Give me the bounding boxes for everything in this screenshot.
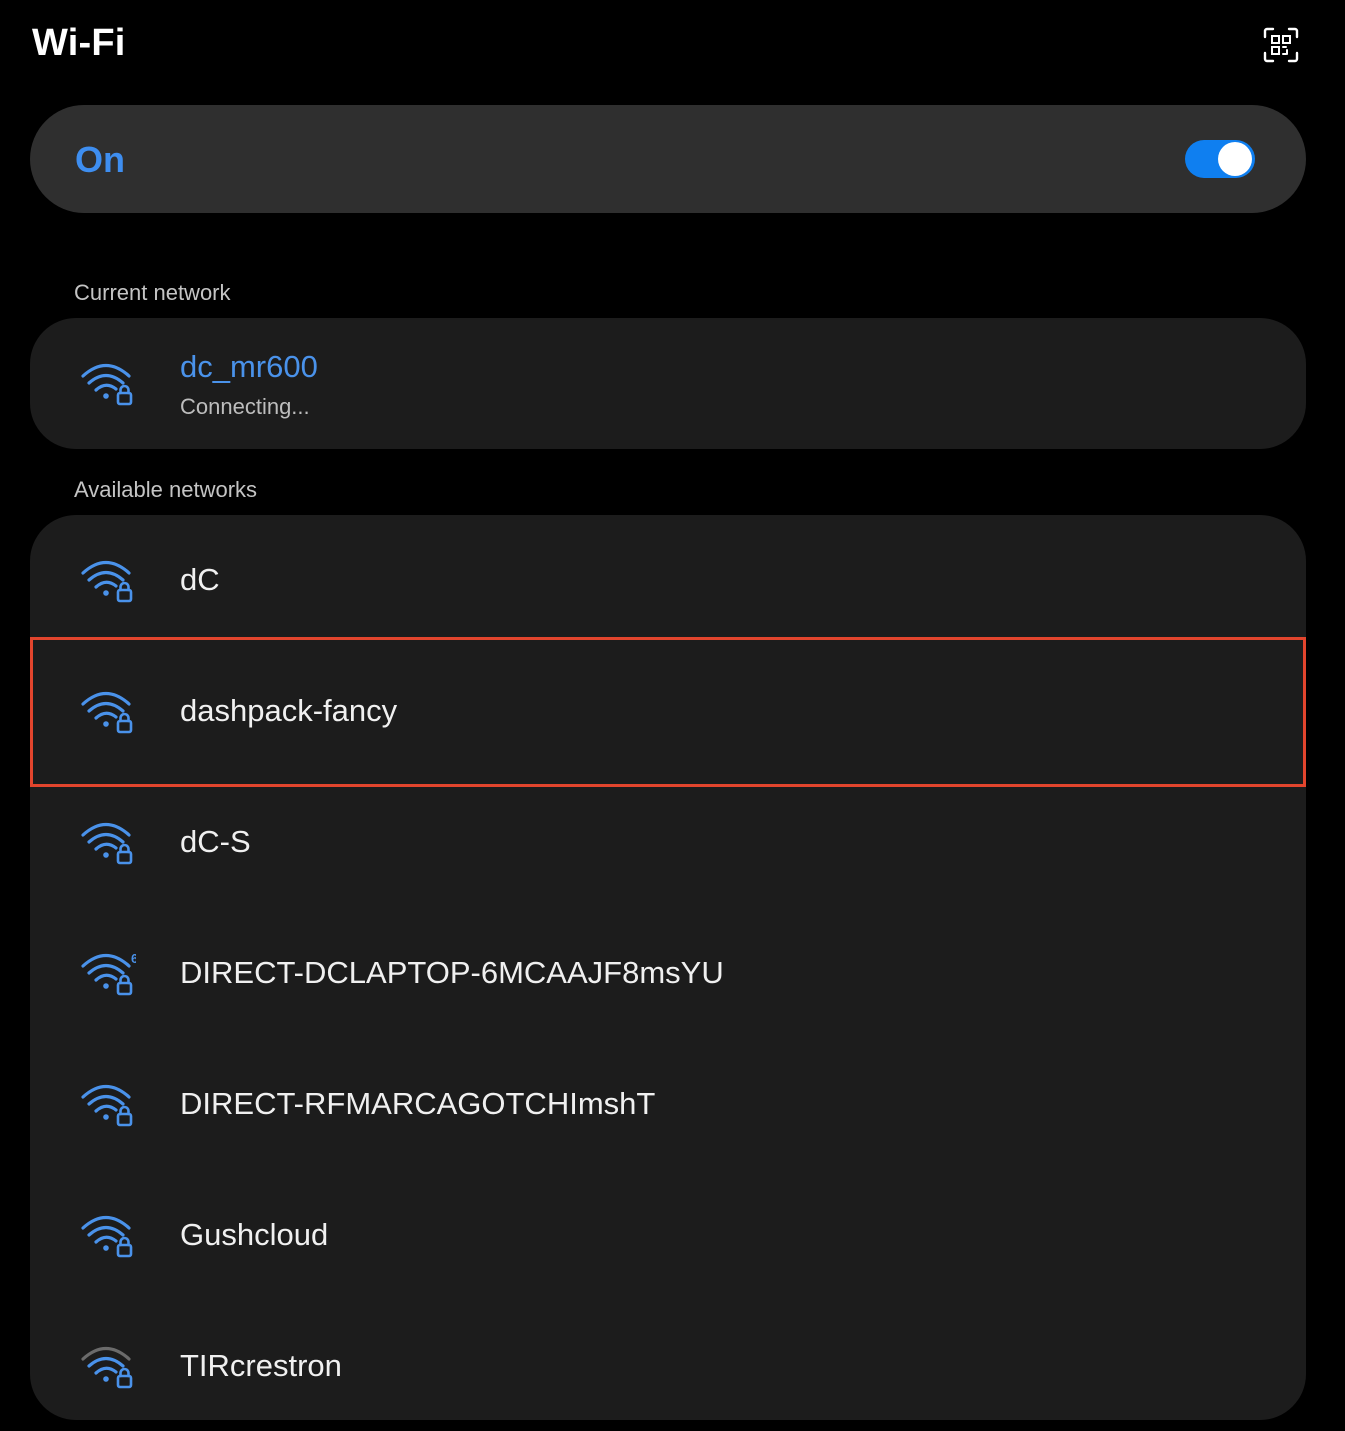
available-networks-heading: Available networks — [74, 477, 258, 502]
current-network-status: Connecting... — [180, 394, 310, 419]
wifi-lock-icon — [81, 363, 133, 406]
network-item-dc-s[interactable]: dC-S — [30, 777, 1306, 908]
network-name: dC-S — [180, 824, 251, 859]
network-name: dashpack-fancy — [180, 693, 398, 728]
current-network-card[interactable]: dc_mr600 Connecting... — [30, 318, 1306, 449]
wifi-lock-icon — [81, 1215, 133, 1258]
wifi-lock-icon — [81, 1084, 133, 1127]
network-item-dashpack-fancy[interactable]: dashpack-fancy — [30, 646, 1306, 777]
network-item-tircrestron[interactable]: TIRcrestron — [30, 1301, 1306, 1420]
network-item-dc[interactable]: dC — [30, 515, 1306, 646]
wifi-toggle-label: On — [75, 139, 125, 180]
page-title: Wi-Fi — [32, 22, 126, 64]
wifi6-lock-icon: 6 — [81, 951, 136, 996]
wifi-lock-weak-icon — [81, 1346, 133, 1389]
wifi-toggle-card[interactable]: On — [30, 105, 1306, 213]
network-name: DIRECT-RFMARCAGOTCHImshT — [180, 1086, 656, 1121]
toggle-knob — [1218, 142, 1252, 176]
network-name: Gushcloud — [180, 1217, 329, 1252]
wifi-settings-page: Wi-Fi On Current network dc_mr600 Connec… — [0, 0, 1345, 1431]
available-networks-list: dC dashpack-fancy dC-S 6 DIRECT-DCLAPTOP… — [30, 515, 1306, 1420]
wifi6-badge: 6 — [131, 951, 136, 966]
current-network-heading: Current network — [74, 280, 231, 305]
qr-code-scan-icon — [1263, 27, 1299, 63]
network-item-gushcloud[interactable]: Gushcloud — [30, 1170, 1306, 1301]
wifi-lock-icon — [81, 560, 133, 603]
current-network-name: dc_mr600 — [180, 349, 318, 384]
wifi-lock-icon — [81, 822, 133, 865]
network-item-direct-rfmarcagotchi[interactable]: DIRECT-RFMARCAGOTCHImshT — [30, 1039, 1306, 1170]
network-name: dC — [180, 562, 220, 597]
network-item-direct-dclaptop[interactable]: 6 DIRECT-DCLAPTOP-6MCAAJF8msYU — [30, 908, 1306, 1039]
network-name: DIRECT-DCLAPTOP-6MCAAJF8msYU — [180, 955, 724, 990]
wifi-lock-icon — [81, 691, 133, 734]
qr-code-scan-button[interactable] — [1258, 24, 1304, 66]
wifi-toggle-switch[interactable] — [1185, 140, 1255, 178]
network-name: TIRcrestron — [180, 1348, 342, 1383]
